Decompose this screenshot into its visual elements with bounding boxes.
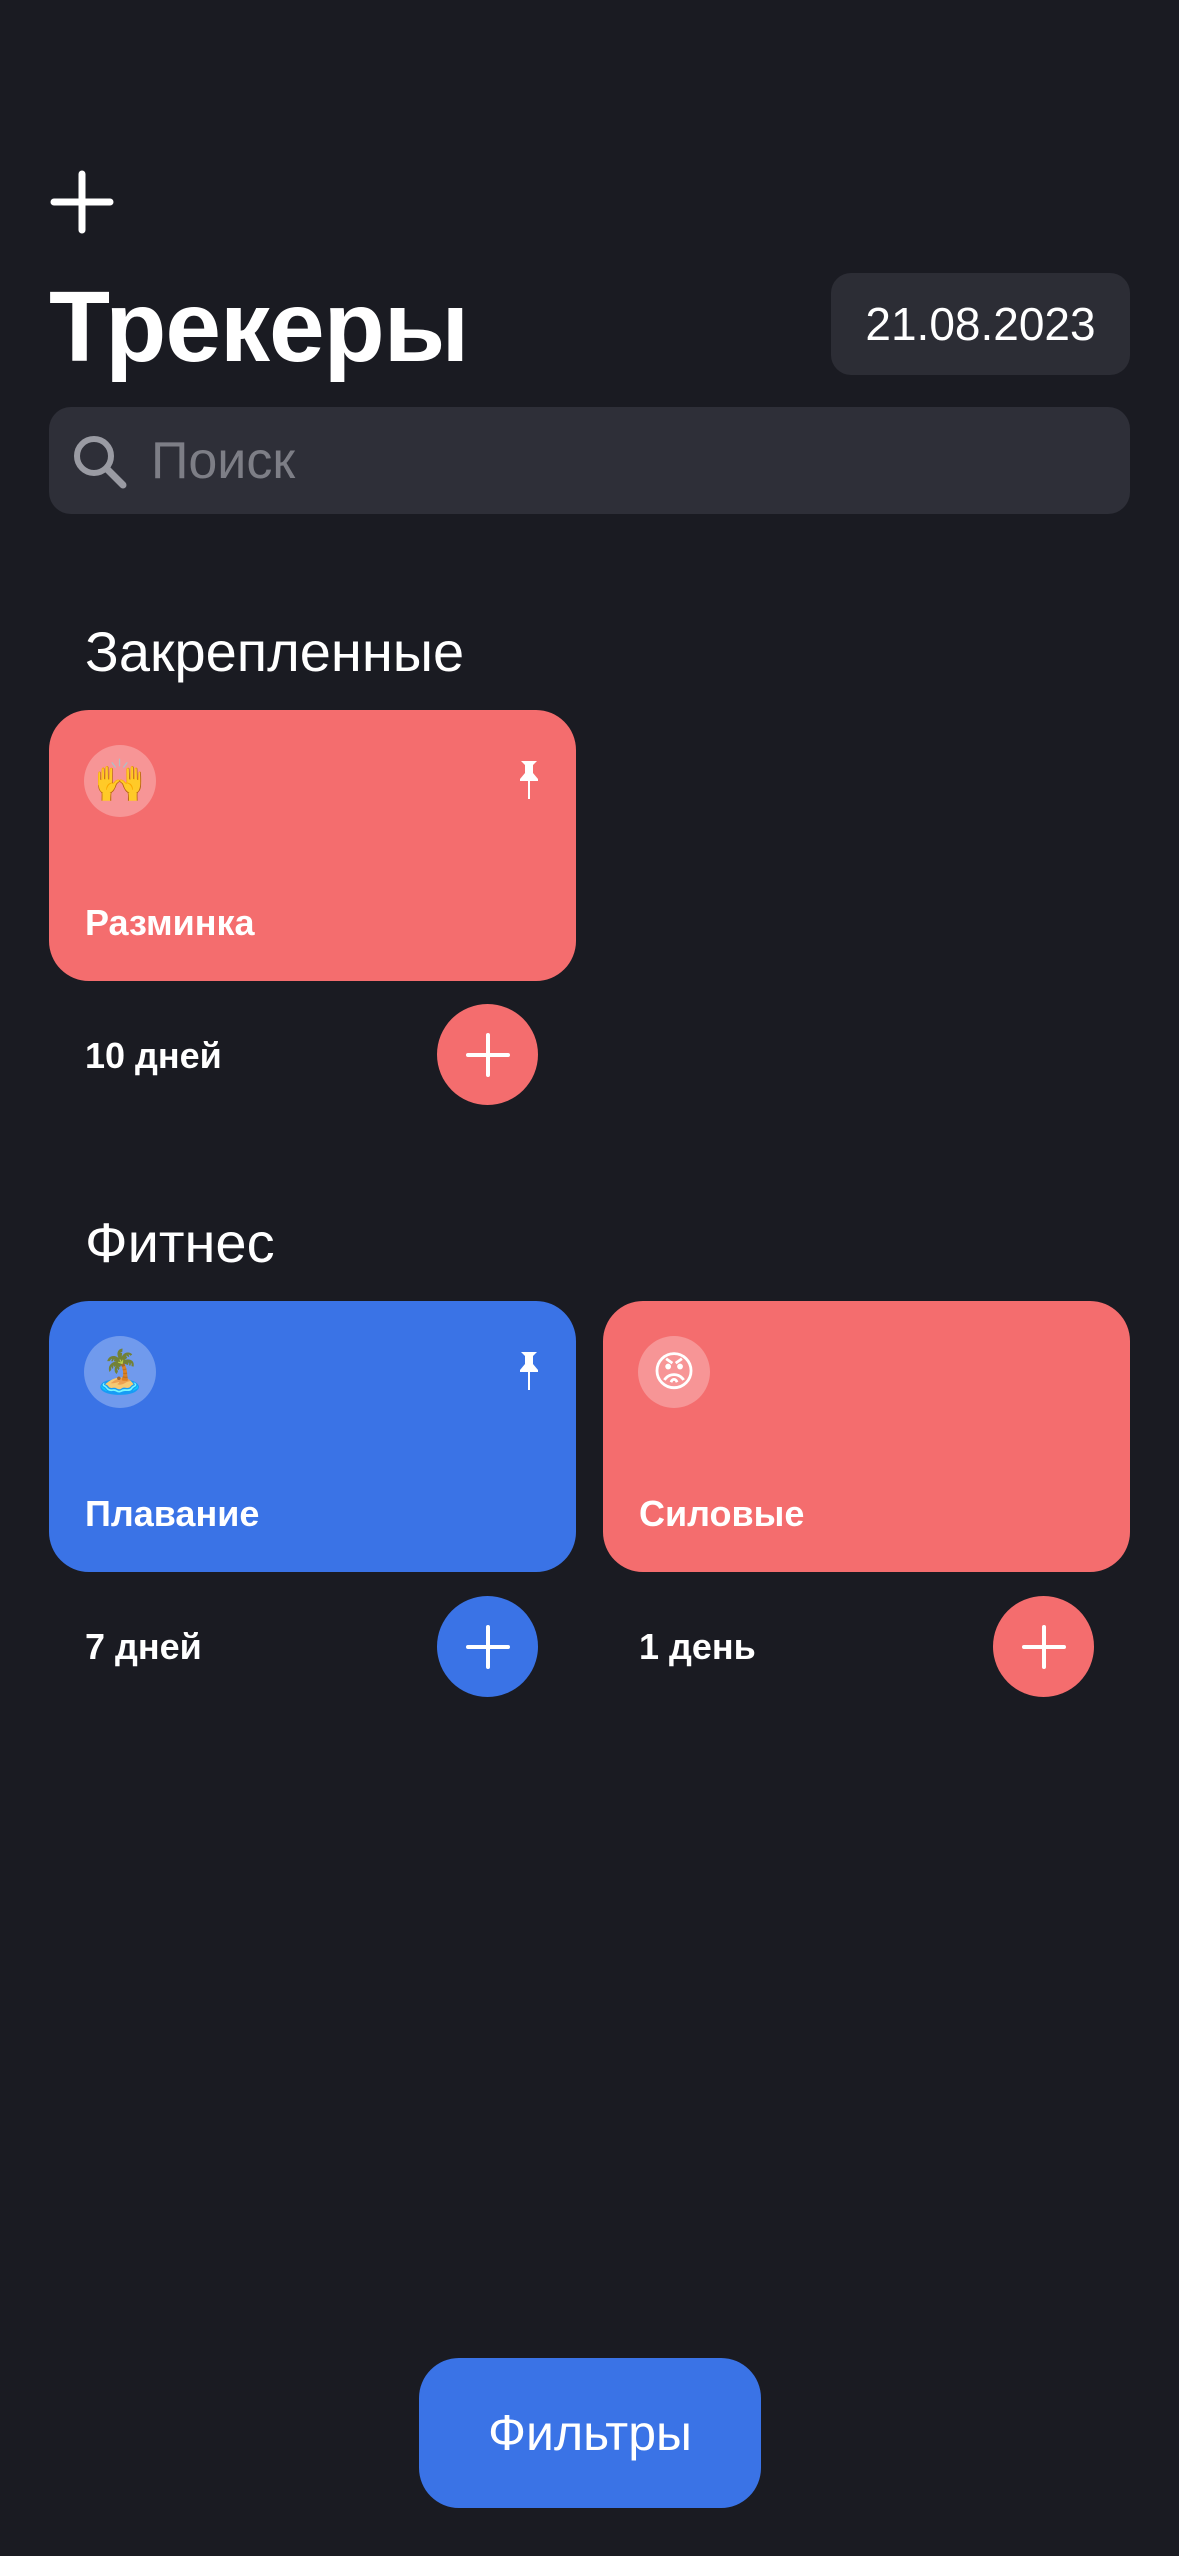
date-label: 21.08.2023: [865, 298, 1096, 350]
add-record-button-razminka[interactable]: [437, 1004, 538, 1105]
tracker-count: 1 день: [639, 1626, 756, 1667]
tracker-card-plavanie[interactable]: 🏝️ Плавание: [49, 1301, 576, 1572]
search-input[interactable]: [149, 429, 1103, 492]
tracker-emoji: 😡: [638, 1336, 710, 1408]
tracker-name: Силовые: [639, 1493, 805, 1534]
date-picker-button[interactable]: 21.08.2023: [831, 273, 1130, 375]
section-title-pinned: Закрепленные: [85, 620, 465, 683]
filters-button[interactable]: Фильтры: [419, 2358, 761, 2508]
add-tracker-button[interactable]: [46, 166, 118, 238]
tracker-emoji: 🙌: [84, 745, 156, 817]
add-record-button-plavanie[interactable]: [437, 1596, 538, 1697]
tracker-card-razminka[interactable]: 🙌 Разминка: [49, 710, 576, 981]
tracker-name: Разминка: [85, 902, 255, 943]
plus-icon: [1021, 1624, 1066, 1669]
plus-icon: [50, 170, 114, 234]
add-record-button-silovye[interactable]: [993, 1596, 1094, 1697]
filters-label: Фильтры: [488, 2405, 692, 2461]
tracker-name: Плавание: [85, 1493, 260, 1534]
plus-icon: [465, 1032, 510, 1077]
tracker-count: 10 дней: [85, 1035, 222, 1076]
page-title: Трекеры: [49, 271, 469, 383]
tracker-card-silovye[interactable]: 😡 Силовые: [603, 1301, 1130, 1572]
search-icon: [74, 435, 127, 488]
pin-icon: [520, 1352, 538, 1390]
search-bar[interactable]: [49, 407, 1130, 514]
tracker-emoji: 🏝️: [84, 1336, 156, 1408]
section-title-fitness: Фитнес: [85, 1211, 275, 1274]
plus-icon: [465, 1624, 510, 1669]
tracker-count: 7 дней: [85, 1626, 202, 1667]
pin-icon: [520, 761, 538, 799]
